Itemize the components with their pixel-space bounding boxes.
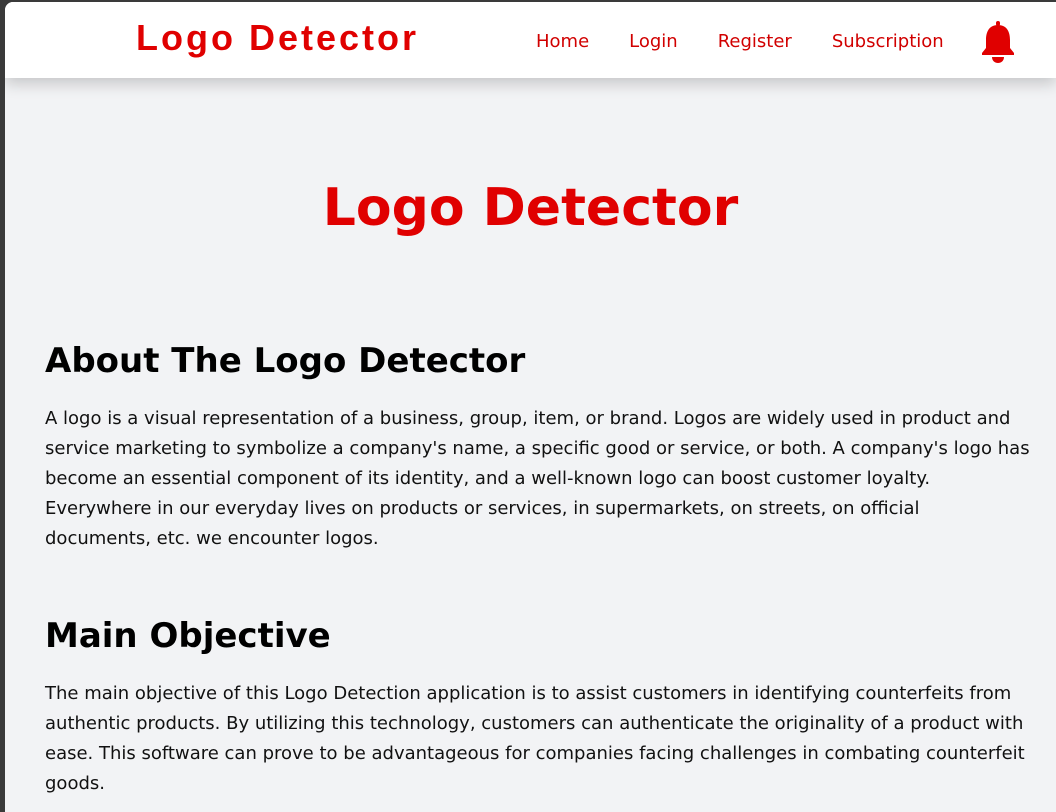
nav-link-subscription[interactable]: Subscription xyxy=(832,29,944,55)
hero-title: Logo Detector xyxy=(322,178,739,238)
nav-link-home[interactable]: Home xyxy=(536,29,589,55)
navbar: Logo Detector Home Login Register Subscr… xyxy=(5,2,1056,78)
objective-heading: Main Objective xyxy=(45,616,331,656)
about-heading: About The Logo Detector xyxy=(45,341,526,381)
nav-link-login[interactable]: Login xyxy=(629,29,678,55)
objective-text: The main objective of this Logo Detectio… xyxy=(45,683,1025,794)
nav-links: Home Login Register Subscription xyxy=(536,29,944,55)
page-frame: Logo Detector Home Login Register Subscr… xyxy=(5,2,1056,812)
brand-logo[interactable]: Logo Detector xyxy=(136,16,419,59)
about-text: A logo is a visual representation of a b… xyxy=(45,408,1030,549)
nav-link-register[interactable]: Register xyxy=(718,29,792,55)
bell-icon[interactable] xyxy=(979,21,1017,63)
